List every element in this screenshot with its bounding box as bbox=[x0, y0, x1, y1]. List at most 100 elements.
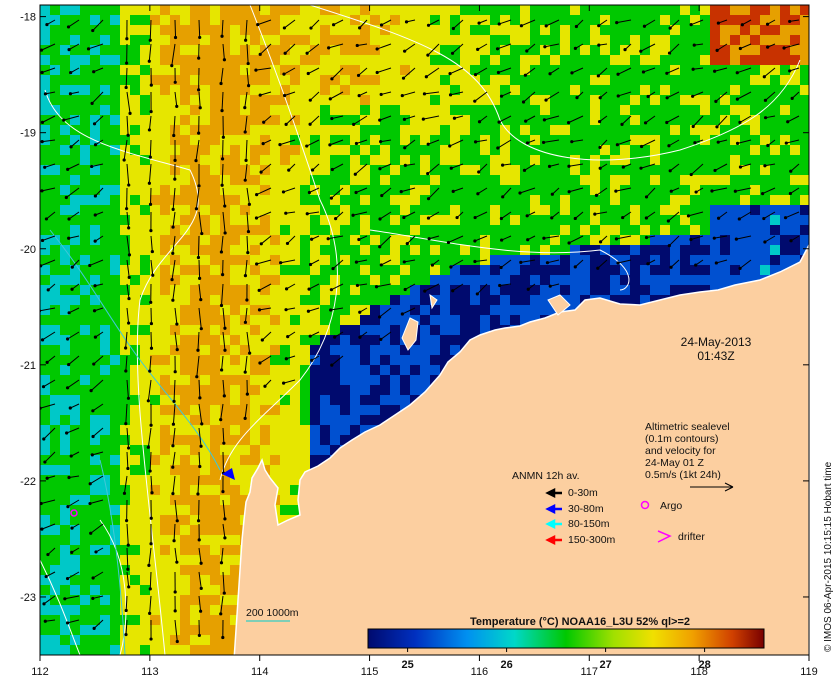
sst-cell bbox=[620, 105, 630, 115]
sst-cell bbox=[480, 225, 490, 235]
sst-cell bbox=[50, 385, 60, 395]
sst-cell bbox=[470, 115, 480, 125]
sst-cell bbox=[390, 235, 400, 245]
sst-cell bbox=[160, 135, 170, 145]
sst-cell bbox=[390, 75, 400, 85]
sst-cell bbox=[50, 95, 60, 105]
sst-cell bbox=[160, 555, 170, 565]
sst-cell bbox=[560, 195, 570, 205]
sst-cell bbox=[560, 265, 570, 275]
sst-cell bbox=[100, 345, 110, 355]
sst-cell bbox=[530, 175, 540, 185]
sst-cell bbox=[80, 295, 90, 305]
sst-cell bbox=[560, 215, 570, 225]
sst-cell bbox=[330, 345, 340, 355]
sst-cell bbox=[290, 145, 300, 155]
sst-cell bbox=[300, 375, 310, 385]
sst-cell bbox=[760, 225, 770, 235]
sst-cell bbox=[300, 55, 310, 65]
sst-cell bbox=[130, 155, 140, 165]
sst-cell bbox=[230, 55, 240, 65]
sst-cell bbox=[320, 85, 330, 95]
sst-cell bbox=[160, 375, 170, 385]
sst-cell bbox=[470, 105, 480, 115]
sst-cell bbox=[480, 15, 490, 25]
sst-cell bbox=[680, 65, 690, 75]
sst-cell bbox=[260, 315, 270, 325]
sst-cell bbox=[320, 115, 330, 125]
sst-cell bbox=[90, 35, 100, 45]
sst-cell bbox=[340, 175, 350, 185]
sst-cell bbox=[660, 285, 670, 295]
sst-cell bbox=[130, 25, 140, 35]
sst-cell bbox=[330, 25, 340, 35]
sst-cell bbox=[630, 295, 640, 305]
sst-cell bbox=[440, 85, 450, 95]
sst-cell bbox=[520, 105, 530, 115]
sst-cell bbox=[740, 155, 750, 165]
sst-cell bbox=[50, 65, 60, 75]
sst-cell bbox=[110, 525, 120, 535]
sst-cell bbox=[510, 205, 520, 215]
sst-cell bbox=[500, 55, 510, 65]
sst-cell bbox=[610, 145, 620, 155]
sst-cell bbox=[230, 545, 240, 555]
sst-cell bbox=[320, 295, 330, 305]
sst-cell bbox=[300, 195, 310, 205]
sst-cell bbox=[680, 105, 690, 115]
sst-cell bbox=[380, 175, 390, 185]
sst-cell bbox=[500, 305, 510, 315]
sst-cell bbox=[650, 55, 660, 65]
sst-cell bbox=[260, 245, 270, 255]
sst-cell bbox=[90, 635, 100, 645]
sst-cell bbox=[110, 75, 120, 85]
sst-cell bbox=[120, 475, 130, 485]
sst-cell bbox=[350, 355, 360, 365]
sst-cell bbox=[80, 565, 90, 575]
sst-cell bbox=[550, 45, 560, 55]
sst-cell bbox=[540, 125, 550, 135]
sst-cell bbox=[80, 515, 90, 525]
sst-cell bbox=[270, 335, 280, 345]
sst-cell bbox=[720, 75, 730, 85]
sst-cell bbox=[710, 105, 720, 115]
sst-cell bbox=[160, 185, 170, 195]
sst-cell bbox=[80, 355, 90, 365]
sst-cell bbox=[60, 535, 70, 545]
sst-cell bbox=[190, 105, 200, 115]
sst-cell bbox=[40, 315, 50, 325]
sst-cell bbox=[770, 155, 780, 165]
sst-cell bbox=[540, 85, 550, 95]
sst-cell bbox=[160, 535, 170, 545]
sst-cell bbox=[350, 175, 360, 185]
sst-cell bbox=[320, 325, 330, 335]
sst-cell bbox=[150, 205, 160, 215]
sst-cell bbox=[420, 5, 430, 15]
sst-cell bbox=[580, 285, 590, 295]
sst-cell bbox=[40, 175, 50, 185]
sst-cell bbox=[160, 195, 170, 205]
sst-cell bbox=[580, 175, 590, 185]
sst-cell bbox=[80, 115, 90, 125]
sst-cell bbox=[140, 105, 150, 115]
sst-cell bbox=[220, 545, 230, 555]
sst-cell bbox=[300, 255, 310, 265]
sst-cell bbox=[460, 15, 470, 25]
sst-cell bbox=[160, 55, 170, 65]
sst-cell bbox=[100, 155, 110, 165]
sst-cell bbox=[410, 55, 420, 65]
sst-cell bbox=[180, 365, 190, 375]
sst-cell bbox=[200, 45, 210, 55]
sst-cell bbox=[280, 125, 290, 135]
sst-cell bbox=[210, 575, 220, 585]
sst-cell bbox=[230, 435, 240, 445]
sst-cell bbox=[670, 285, 680, 295]
sst-cell bbox=[230, 295, 240, 305]
sst-cell bbox=[220, 455, 230, 465]
sst-cell bbox=[790, 175, 800, 185]
sst-cell bbox=[340, 265, 350, 275]
sst-cell bbox=[780, 245, 790, 255]
sst-cell bbox=[140, 305, 150, 315]
sst-cell bbox=[90, 15, 100, 25]
sst-cell bbox=[370, 55, 380, 65]
